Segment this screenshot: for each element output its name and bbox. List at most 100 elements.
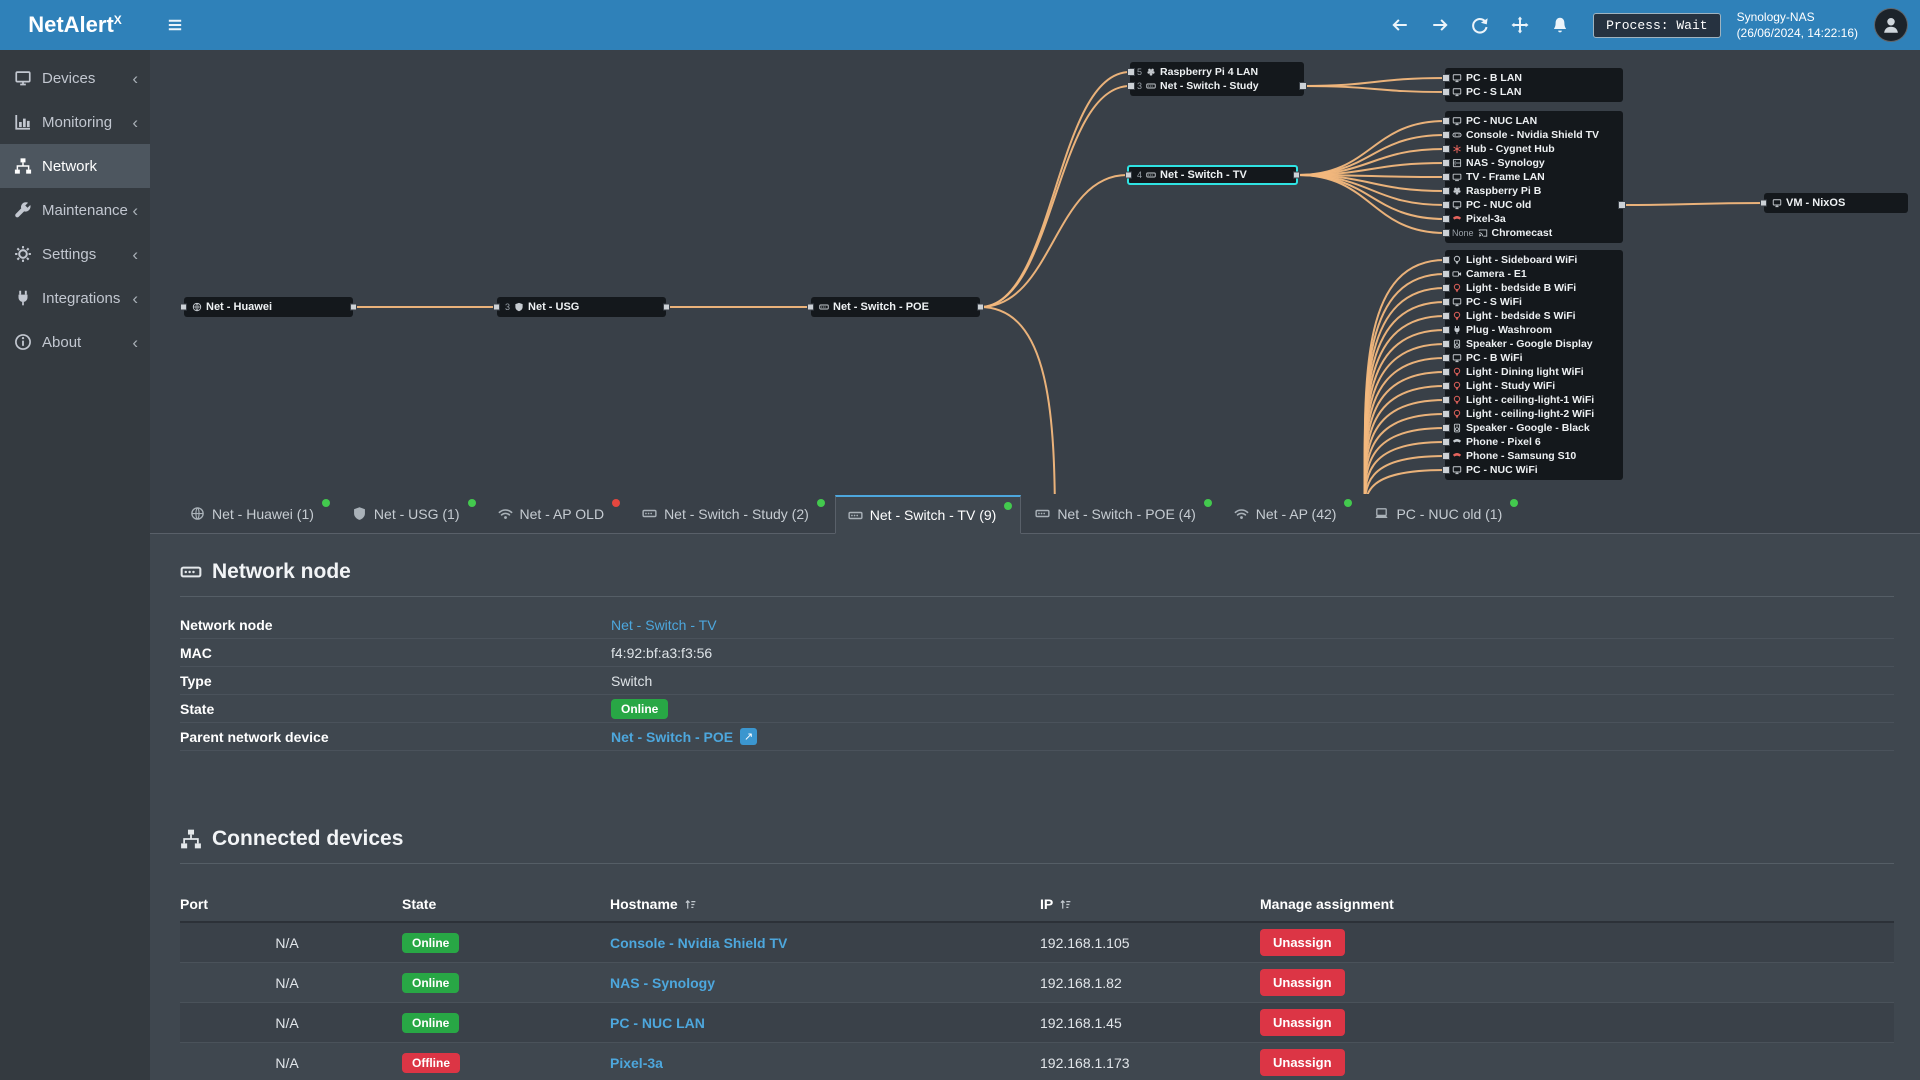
sidebar-item-settings[interactable]: Settings ‹ xyxy=(0,232,150,276)
device-link[interactable]: Console - Nvidia Shield TV xyxy=(610,935,787,951)
device-label: Chromecast xyxy=(1491,227,1553,239)
topology-device-speaker-google-black[interactable]: Speaker - Google - Black xyxy=(1452,421,1617,435)
topology-device-light-ceiling-light-2-wifi[interactable]: Light - ceiling-light-2 WiFi xyxy=(1452,407,1617,421)
unassign-button[interactable]: Unassign xyxy=(1260,1049,1345,1076)
topology-device-pc-nuc-wifi[interactable]: PC - NUC WiFi xyxy=(1452,463,1617,477)
app-logo[interactable]: NetAlert X xyxy=(0,0,150,50)
process-status-badge: Process: Wait xyxy=(1593,12,1721,38)
topology-node-study-group[interactable]: 5 Raspberry Pi 4 LAN 3 Net - Switch - Study xyxy=(1130,62,1304,96)
topology-device-hub-cygnet-hub[interactable]: Hub - Cygnet Hub xyxy=(1452,142,1617,156)
avatar[interactable] xyxy=(1874,8,1908,42)
status-dot-red xyxy=(612,499,621,507)
topology-device-nas-synology[interactable]: NAS - Synology xyxy=(1452,156,1617,170)
sidebar-item-devices[interactable]: Devices ‹ xyxy=(0,56,150,100)
column-header-hostname[interactable]: Hostname xyxy=(610,886,1040,923)
device-label: Hub - Cygnet Hub xyxy=(1466,143,1555,155)
sidebar-item-network[interactable]: Network xyxy=(0,144,150,188)
pc-icon xyxy=(1452,87,1462,97)
topology-device-raspberry-pi-4-lan[interactable]: 5 Raspberry Pi 4 LAN xyxy=(1137,65,1298,79)
tab-net-usg-1[interactable]: Net - USG (1) xyxy=(340,494,484,533)
topology-device-vm-nixos[interactable]: VM - NixOS xyxy=(1772,193,1845,213)
sidebar-item-maintenance[interactable]: Maintenance ‹ xyxy=(0,188,150,232)
sidebar-item-monitoring[interactable]: Monitoring ‹ xyxy=(0,100,150,144)
port-label: 3 xyxy=(505,302,511,312)
topology-device-light-bedside-s-wifi[interactable]: Light - bedside S WiFi xyxy=(1452,309,1617,323)
topology-node-net-huawei[interactable]: Net - Huawei xyxy=(180,297,357,317)
topbar: NetAlert X Process: Wait Synology-NAS (26… xyxy=(0,0,1920,50)
topology-device-light-sideboard-wifi[interactable]: Light - Sideboard WiFi xyxy=(1452,253,1617,267)
topology-device-net-switch-poe[interactable]: Net - Switch - POE xyxy=(819,297,929,317)
device-hostname: PC - NUC LAN xyxy=(610,1002,1040,1043)
topology-device-chromecast[interactable]: None Chromecast xyxy=(1452,226,1617,240)
network-topology-diagram: Net - Huawei 3 Net - USG Net - Switch - POE… xyxy=(150,50,1920,494)
device-link[interactable]: Pixel-3a xyxy=(610,1055,663,1071)
switch-icon xyxy=(848,508,863,523)
refresh-button[interactable] xyxy=(1463,8,1497,42)
fullscreen-button[interactable] xyxy=(1503,8,1537,42)
topology-device-light-bedside-b-wifi[interactable]: Light - bedside B WiFi xyxy=(1452,281,1617,295)
topology-link xyxy=(1303,85,1446,93)
topology-device-pc-nuc-old[interactable]: PC - NUC old xyxy=(1452,198,1617,212)
tab-net-huawei-1[interactable]: Net - Huawei (1) xyxy=(178,494,338,533)
topology-device-light-study-wifi[interactable]: Light - Study WiFi xyxy=(1452,379,1617,393)
switch-icon xyxy=(1035,506,1050,521)
topology-node-wifi-devices[interactable]: Light - Sideboard WiFi Camera - E1 Light -… xyxy=(1445,250,1623,480)
device-link[interactable]: NAS - Synology xyxy=(610,975,715,991)
tab-net-ap-42[interactable]: Net - AP (42) xyxy=(1222,494,1361,533)
sidebar-item-integrations[interactable]: Integrations ‹ xyxy=(0,276,150,320)
column-header-ip[interactable]: IP xyxy=(1040,886,1260,923)
topology-device-pc-nuc-lan[interactable]: PC - NUC LAN xyxy=(1452,114,1617,128)
topology-node-lan-group[interactable]: PC - B LAN PC - S LAN xyxy=(1445,68,1623,102)
topology-device-pc-b-lan[interactable]: PC - B LAN xyxy=(1452,71,1617,85)
topology-node-vm-nixos[interactable]: VM - NixOS xyxy=(1760,193,1908,213)
device-label: PC - S WiFi xyxy=(1466,296,1522,308)
device-label: Pixel-3a xyxy=(1466,213,1506,225)
host-timestamp: (26/06/2024, 14:22:16) xyxy=(1736,26,1858,40)
topology-device-phone-samsung-s10[interactable]: Phone - Samsung S10 xyxy=(1452,449,1617,463)
topology-device-pixel-3a[interactable]: Pixel-3a xyxy=(1452,212,1617,226)
topology-device-camera-e1[interactable]: Camera - E1 xyxy=(1452,267,1617,281)
topology-node-net-switch-tv[interactable]: 4 Net - Switch - TV xyxy=(1125,165,1300,185)
topology-node-net-usg[interactable]: 3 Net - USG xyxy=(493,297,670,317)
state-badge: Online xyxy=(402,932,460,953)
unassign-button[interactable]: Unassign xyxy=(1260,969,1345,996)
tab-net-ap-old[interactable]: Net - AP OLD xyxy=(486,494,629,533)
external-link-icon[interactable]: ↗ xyxy=(740,728,758,745)
topology-node-net-switch-poe[interactable]: Net - Switch - POE xyxy=(807,297,984,317)
topology-device-net-switch-study[interactable]: 3 Net - Switch - Study xyxy=(1137,79,1298,93)
tab-pc-nuc-old-1[interactable]: PC - NUC old (1) xyxy=(1362,494,1526,533)
globe-icon xyxy=(190,506,205,521)
tab-net-switch-study-2[interactable]: Net - Switch - Study (2) xyxy=(630,494,833,533)
topology-device-light-dining-light-wifi[interactable]: Light - Dining light WiFi xyxy=(1452,365,1617,379)
topology-node-tv-devices[interactable]: PC - NUC LAN Console - Nvidia Shield TV Hu… xyxy=(1445,111,1623,243)
topology-device-phone-pixel-6[interactable]: Phone - Pixel 6 xyxy=(1452,435,1617,449)
tab-net-switch-tv-9[interactable]: Net - Switch - TV (9) xyxy=(834,495,1022,534)
unassign-button[interactable]: Unassign xyxy=(1260,929,1345,956)
unassign-button[interactable]: Unassign xyxy=(1260,1009,1345,1036)
topology-device-pc-s-wifi[interactable]: PC - S WiFi xyxy=(1452,295,1617,309)
parent-node-link[interactable]: Net - Switch - POE xyxy=(611,729,733,745)
device-state: Online xyxy=(402,921,610,963)
nav-back-button[interactable] xyxy=(1383,8,1417,42)
device-link[interactable]: PC - NUC LAN xyxy=(610,1015,705,1031)
network-node-link[interactable]: Net - Switch - TV xyxy=(611,617,717,633)
connector-handle xyxy=(350,303,357,311)
topology-device-tv-frame-lan[interactable]: TV - Frame LAN xyxy=(1452,170,1617,184)
device-state: Online xyxy=(402,1002,610,1043)
topology-device-light-ceiling-light-1-wifi[interactable]: Light - ceiling-light-1 WiFi xyxy=(1452,393,1617,407)
topology-device-pc-s-lan[interactable]: PC - S LAN xyxy=(1452,85,1617,99)
nav-forward-button[interactable] xyxy=(1423,8,1457,42)
hub-icon xyxy=(1452,144,1462,154)
topology-device-pc-b-wifi[interactable]: PC - B WiFi xyxy=(1452,351,1617,365)
tab-net-switch-poe-4[interactable]: Net - Switch - POE (4) xyxy=(1023,494,1219,533)
topology-device-raspberry-pi-b[interactable]: Raspberry Pi B xyxy=(1452,184,1617,198)
sidebar-toggle-button[interactable] xyxy=(158,8,192,42)
topology-device-speaker-google-display[interactable]: Speaker - Google Display xyxy=(1452,337,1617,351)
sidebar-item-about[interactable]: About ‹ xyxy=(0,320,150,364)
topology-device-net-switch-tv[interactable]: 4 Net - Switch - TV xyxy=(1137,165,1247,185)
topology-device-plug-washroom[interactable]: Plug - Washroom xyxy=(1452,323,1617,337)
topology-device-net-huawei[interactable]: Net - Huawei xyxy=(192,297,272,317)
notifications-button[interactable] xyxy=(1543,8,1577,42)
topology-device-console-nvidia-shield-tv[interactable]: Console - Nvidia Shield TV xyxy=(1452,128,1617,142)
topology-device-net-usg[interactable]: 3 Net - USG xyxy=(505,297,579,317)
